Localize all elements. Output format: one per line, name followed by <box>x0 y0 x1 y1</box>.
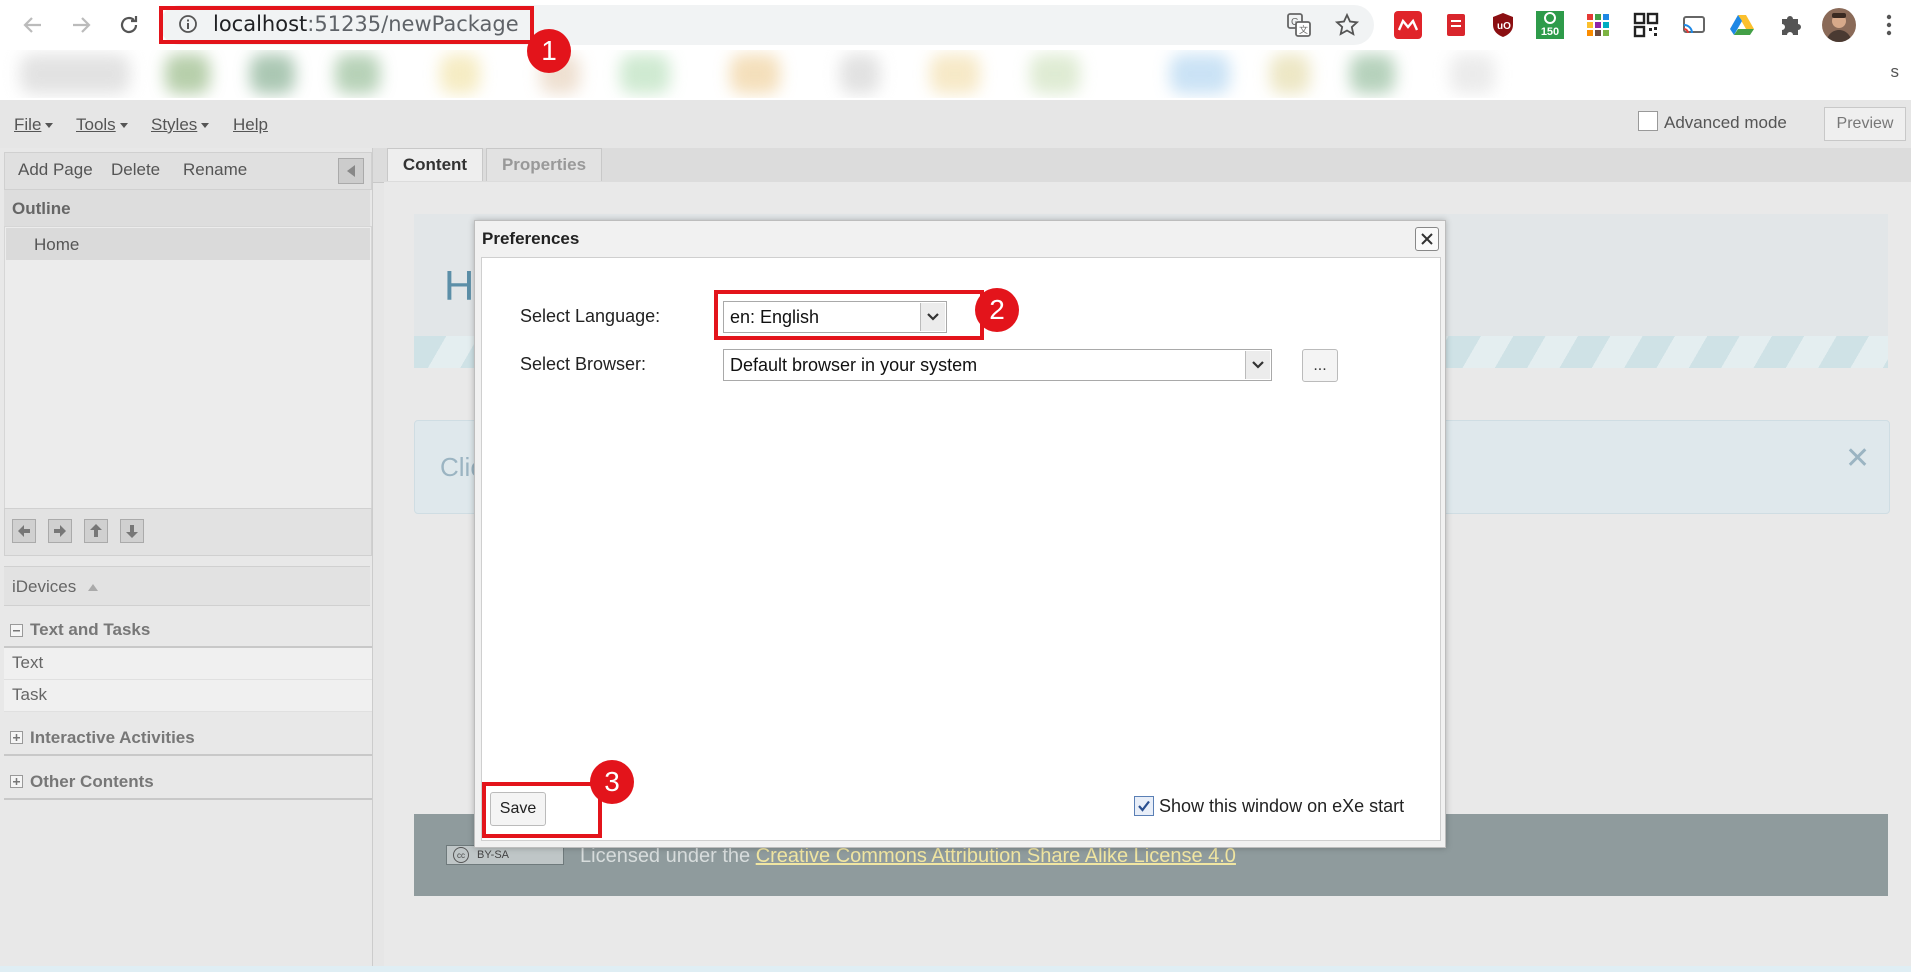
arrow-up-icon <box>90 524 102 537</box>
idevice-label: Task <box>12 685 47 704</box>
dialog-body <box>481 257 1441 841</box>
cc-license-badge: cc BY-SA <box>446 845 564 865</box>
close-icon <box>1421 233 1433 245</box>
delete-page-button[interactable]: Delete <box>111 160 160 180</box>
move-page-down-button[interactable] <box>120 519 144 543</box>
advanced-mode-checkbox[interactable] <box>1638 111 1658 131</box>
advanced-mode-label: Advanced mode <box>1664 113 1787 132</box>
translate-icon[interactable]: G文 <box>1286 12 1312 38</box>
counter-extension-icon[interactable]: 150 <box>1536 11 1564 39</box>
expand-plus-icon[interactable] <box>10 775 23 788</box>
chevron-down-icon[interactable] <box>1245 351 1270 379</box>
profile-avatar[interactable] <box>1822 8 1856 42</box>
ublock-extension-icon[interactable]: uO <box>1489 11 1517 39</box>
caret-down-icon <box>201 123 210 129</box>
idevice-task[interactable] <box>4 680 372 712</box>
annotation-badge-3: 3 <box>590 760 634 804</box>
menu-file[interactable]: File <box>14 115 54 135</box>
preview-button[interactable]: Preview <box>1824 107 1906 141</box>
mendeley-extension-icon[interactable] <box>1394 11 1422 39</box>
expand-plus-icon[interactable] <box>10 731 23 744</box>
caret-down-icon <box>119 123 128 129</box>
arrow-right-icon <box>54 525 66 537</box>
creative-commons-icon: cc <box>453 847 469 863</box>
forward-button[interactable] <box>64 8 98 42</box>
kebab-menu-icon[interactable] <box>1886 14 1892 36</box>
google-drive-icon[interactable] <box>1728 11 1756 39</box>
move-page-up-button[interactable] <box>84 519 108 543</box>
svg-text:文: 文 <box>1299 24 1308 36</box>
annotation-highlight-save <box>482 782 602 838</box>
license-text: Licensed under the Creative Commons Attr… <box>580 845 1236 867</box>
idevice-text[interactable] <box>4 648 372 680</box>
arrow-down-icon <box>126 525 138 538</box>
menu-styles[interactable]: Styles <box>151 115 210 135</box>
cast-extension-icon[interactable] <box>1680 11 1708 39</box>
browser-label: Select Browser: <box>520 354 647 374</box>
extensions-puzzle-icon[interactable] <box>1776 11 1804 39</box>
reload-button[interactable] <box>112 8 146 42</box>
menu-help[interactable]: Help <box>233 115 268 135</box>
category-label: Interactive Activities <box>30 728 195 747</box>
outline-tree <box>4 226 372 510</box>
qr-code-extension-icon[interactable] <box>1632 11 1660 39</box>
demote-page-button[interactable] <box>48 519 72 543</box>
outline-title: Outline <box>12 199 71 218</box>
browse-browser-button[interactable]: ... <box>1302 349 1338 382</box>
status-strip <box>0 966 1911 972</box>
arrow-left-icon <box>23 17 41 33</box>
idevices-title: iDevices <box>12 577 99 597</box>
annotation-badge-2: 2 <box>975 288 1019 332</box>
dialog-title: Preferences <box>482 229 580 248</box>
collapse-panel-button[interactable] <box>338 158 364 184</box>
pdf-extension-icon[interactable] <box>1442 11 1470 39</box>
outline-node-label: Home <box>34 235 80 254</box>
show-on-start-checkbox[interactable] <box>1134 796 1154 816</box>
arrow-left-icon <box>18 525 30 537</box>
annotation-badge-1: 1 <box>527 29 571 73</box>
bookmark-overflow-text: s <box>1890 62 1900 81</box>
bookmarks-bar: s <box>0 50 1911 98</box>
annotation-highlight-url <box>159 6 534 44</box>
collapse-minus-icon[interactable] <box>10 624 23 637</box>
color-grid-extension-icon[interactable] <box>1584 11 1612 39</box>
promote-page-button[interactable] <box>12 519 36 543</box>
arrow-right-icon <box>73 17 91 33</box>
avatar-icon <box>1826 13 1852 42</box>
svg-text:uO: uO <box>1497 21 1511 32</box>
reload-icon <box>120 16 138 34</box>
arrow-left-icon <box>347 165 355 177</box>
page-title[interactable]: H <box>444 262 474 310</box>
close-icon[interactable]: ✕ <box>1845 441 1870 476</box>
category-label: Other Contents <box>30 772 154 791</box>
license-link[interactable]: Creative Commons Attribution Share Alike… <box>756 845 1236 867</box>
tabs-bar <box>373 148 1911 183</box>
tab-content[interactable]: Content <box>387 148 483 181</box>
tab-properties[interactable]: Properties <box>486 148 602 181</box>
annotation-highlight-language <box>714 290 984 340</box>
back-button[interactable] <box>16 8 50 42</box>
show-on-start-label: Show this window on eXe start <box>1159 796 1405 816</box>
dialog-close-button[interactable] <box>1415 227 1439 251</box>
caret-down-icon <box>45 123 54 129</box>
checkmark-icon <box>1138 800 1150 812</box>
add-page-button[interactable]: Add Page <box>18 160 93 180</box>
app-menubar <box>0 100 1911 149</box>
browser-select-value: Default browser in your system <box>730 355 978 375</box>
language-label: Select Language: <box>520 306 661 326</box>
browser-select[interactable]: Default browser in your system <box>723 349 1272 381</box>
triangle-up-icon <box>87 583 98 591</box>
menu-tools[interactable]: Tools <box>76 115 128 135</box>
idevice-label: Text <box>12 653 44 672</box>
category-label: Text and Tasks <box>30 620 151 639</box>
bookmark-star-icon[interactable] <box>1334 12 1360 38</box>
rename-page-button[interactable]: Rename <box>183 160 247 180</box>
